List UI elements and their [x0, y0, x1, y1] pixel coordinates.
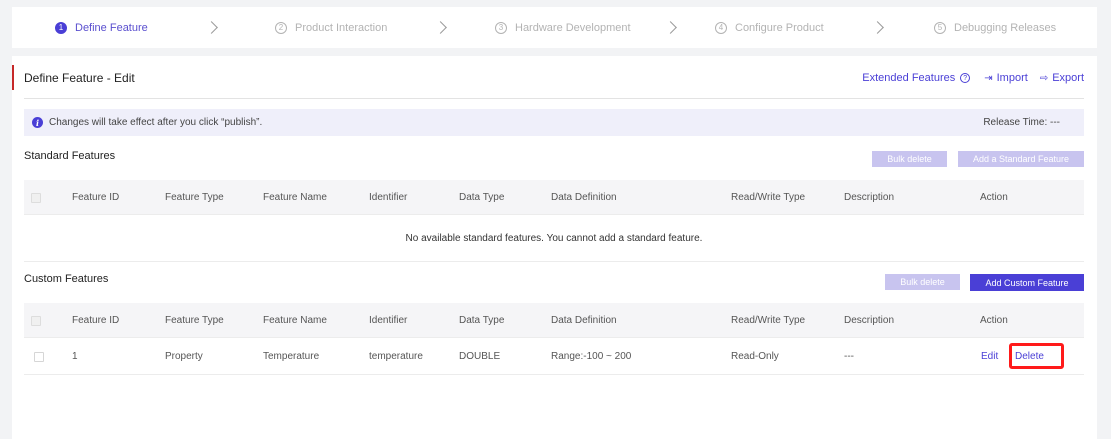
cell-data-definition: Range:-100 ~ 200 — [551, 351, 632, 362]
step-hardware-development[interactable]: 3 Hardware Development — [495, 7, 631, 48]
export-label: Export — [1052, 72, 1084, 84]
custom-features-title: Custom Features — [24, 273, 109, 285]
col-action: Action — [980, 315, 1008, 326]
cell-feature-name: Temperature — [263, 351, 320, 362]
standard-bulk-delete-button[interactable]: Bulk delete — [872, 151, 947, 167]
info-icon: i — [32, 117, 43, 128]
main-panel: Define Feature - Edit Extended Features … — [12, 56, 1097, 439]
cell-feature-id: 1 — [72, 351, 78, 362]
col-read-write-type: Read/Write Type — [731, 192, 806, 203]
custom-table-header: Feature ID Feature Type Feature Name Ide… — [24, 303, 1084, 338]
cell-data-type: DOUBLE — [459, 351, 501, 362]
step-label: Define Feature — [75, 21, 148, 34]
step-debugging-releases[interactable]: 5 Debugging Releases — [934, 7, 1056, 48]
step-product-interaction[interactable]: 2 Product Interaction — [275, 7, 387, 48]
export-link[interactable]: ⇨ Export — [1040, 72, 1084, 84]
standard-table-header: Feature ID Feature Type Feature Name Ide… — [24, 180, 1084, 215]
select-all-checkbox-cell — [31, 180, 41, 215]
empty-state-message: No available standard features. You cann… — [24, 216, 1084, 262]
step-number: 1 — [55, 21, 67, 34]
step-configure-product[interactable]: 4 Configure Product — [715, 7, 824, 48]
table-row[interactable]: 1 Property Temperature temperature DOUBL… — [24, 339, 1084, 375]
chevron-right-icon — [205, 20, 219, 36]
chevron-right-icon — [434, 20, 448, 36]
edit-link[interactable]: Edit — [981, 339, 998, 374]
import-label: Import — [996, 72, 1028, 84]
standard-features-title: Standard Features — [24, 150, 116, 162]
chevron-right-icon — [871, 20, 885, 36]
row-checkbox-cell — [34, 339, 44, 374]
step-label: Hardware Development — [515, 21, 631, 34]
add-standard-feature-button[interactable]: Add a Standard Feature — [958, 151, 1084, 167]
cell-identifier: temperature — [369, 351, 423, 362]
step-label: Debugging Releases — [954, 21, 1057, 34]
export-icon: ⇨ — [1039, 72, 1049, 84]
col-data-definition: Data Definition — [551, 192, 617, 203]
col-identifier: Identifier — [369, 315, 408, 326]
col-feature-name: Feature Name — [263, 192, 327, 203]
select-all-checkbox-cell — [31, 303, 41, 338]
publish-notice: i Changes will take effect after you cli… — [24, 109, 1084, 136]
notice-text: Changes will take effect after you click… — [49, 117, 263, 128]
import-link[interactable]: ⇥ Import — [984, 72, 1028, 84]
step-label: Product Interaction — [295, 21, 388, 34]
custom-bulk-delete-button[interactable]: Bulk delete — [885, 274, 960, 290]
divider — [24, 98, 1084, 99]
col-action: Action — [980, 192, 1008, 203]
col-feature-id: Feature ID — [72, 315, 120, 326]
col-feature-name: Feature Name — [263, 315, 327, 326]
col-feature-type: Feature Type — [165, 192, 224, 203]
page-title: Define Feature - Edit — [24, 71, 135, 85]
col-read-write-type: Read/Write Type — [731, 315, 806, 326]
col-data-type: Data Type — [459, 192, 505, 203]
chevron-right-icon — [664, 20, 678, 36]
add-custom-feature-button[interactable]: Add Custom Feature — [970, 274, 1084, 291]
row-checkbox[interactable] — [34, 351, 44, 362]
import-icon: ⇥ — [984, 72, 993, 84]
title-accent-bar — [12, 65, 14, 90]
step-define-feature[interactable]: 1 Define Feature — [55, 7, 148, 48]
progress-stepper: 1 Define Feature 2 Product Interaction 3… — [12, 7, 1097, 48]
step-label: Configure Product — [735, 21, 824, 34]
help-icon: ? — [960, 73, 971, 83]
col-data-type: Data Type — [459, 315, 505, 326]
select-all-checkbox[interactable] — [31, 192, 41, 203]
cell-description: --- — [844, 351, 854, 362]
col-description: Description — [844, 192, 895, 203]
step-number: 3 — [495, 21, 507, 34]
step-number: 4 — [715, 21, 727, 34]
col-feature-id: Feature ID — [72, 192, 120, 203]
cell-feature-type: Property — [165, 351, 203, 362]
step-number: 2 — [275, 21, 287, 34]
col-identifier: Identifier — [369, 192, 408, 203]
release-time: Release Time: --- — [983, 117, 1060, 128]
delete-link[interactable]: Delete — [1009, 343, 1064, 369]
col-data-definition: Data Definition — [551, 315, 617, 326]
header-actions: Extended Features ? ⇥ Import ⇨ Export — [862, 72, 1084, 84]
extended-features-label: Extended Features — [862, 72, 956, 84]
col-description: Description — [844, 315, 895, 326]
select-all-checkbox[interactable] — [31, 315, 41, 326]
extended-features-link[interactable]: Extended Features ? — [862, 72, 984, 84]
step-number: 5 — [934, 21, 946, 34]
col-feature-type: Feature Type — [165, 315, 224, 326]
cell-read-write-type: Read-Only — [731, 351, 779, 362]
